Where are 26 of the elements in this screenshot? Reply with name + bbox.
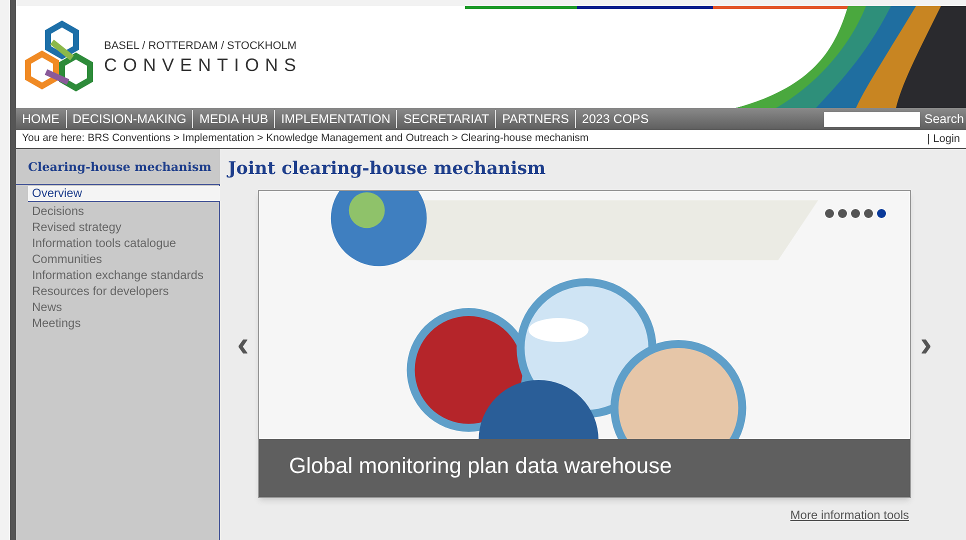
nav-link[interactable]: IMPLEMENTATION [281,110,390,128]
page-title: Joint clearing-house mechanism [228,158,547,181]
sidebar-item[interactable]: Meetings [28,315,219,331]
search-button[interactable]: Search [924,110,964,128]
search-field[interactable] [824,112,920,126]
nav-link[interactable]: SECRETARIAT [403,110,490,128]
sidebar-item[interactable]: Information exchange standards [28,267,219,283]
nav-link[interactable]: 2023 COPS [582,110,649,128]
more-tools-link[interactable]: More information tools [790,506,909,524]
logo-wordmark: CONVENTIONS [104,54,302,76]
logo-tagline: BASEL / ROTTERDAM / STOCKHOLM [104,40,298,54]
sidebar-title: Clearing-house mechanism [28,158,212,176]
login-link[interactable]: | Login [927,130,960,148]
sidebar-item[interactable]: Revised strategy [28,219,219,235]
sidebar-item[interactable]: Resources for developers [28,283,219,299]
nav-link[interactable]: HOME [22,110,60,128]
nav-link[interactable]: DECISION-MAKING [72,110,186,128]
nav-link[interactable]: PARTNERS [502,110,570,128]
sidebar-item[interactable]: News [28,299,219,315]
sidebar-item[interactable]: Overview [28,186,220,202]
slide-caption: Global monitoring plan data warehouse [289,452,672,480]
sidebar-item[interactable]: Communities [28,251,219,267]
nav-link[interactable]: MEDIA HUB [199,110,268,128]
breadcrumb: You are here: BRS Conventions > Implementation > Knowledge Management and Outreach > Clearing-house mechanism [22,131,589,146]
sidebar-item[interactable]: Decisions [28,203,219,219]
sidebar-item[interactable]: Information tools catalogue [28,235,219,251]
